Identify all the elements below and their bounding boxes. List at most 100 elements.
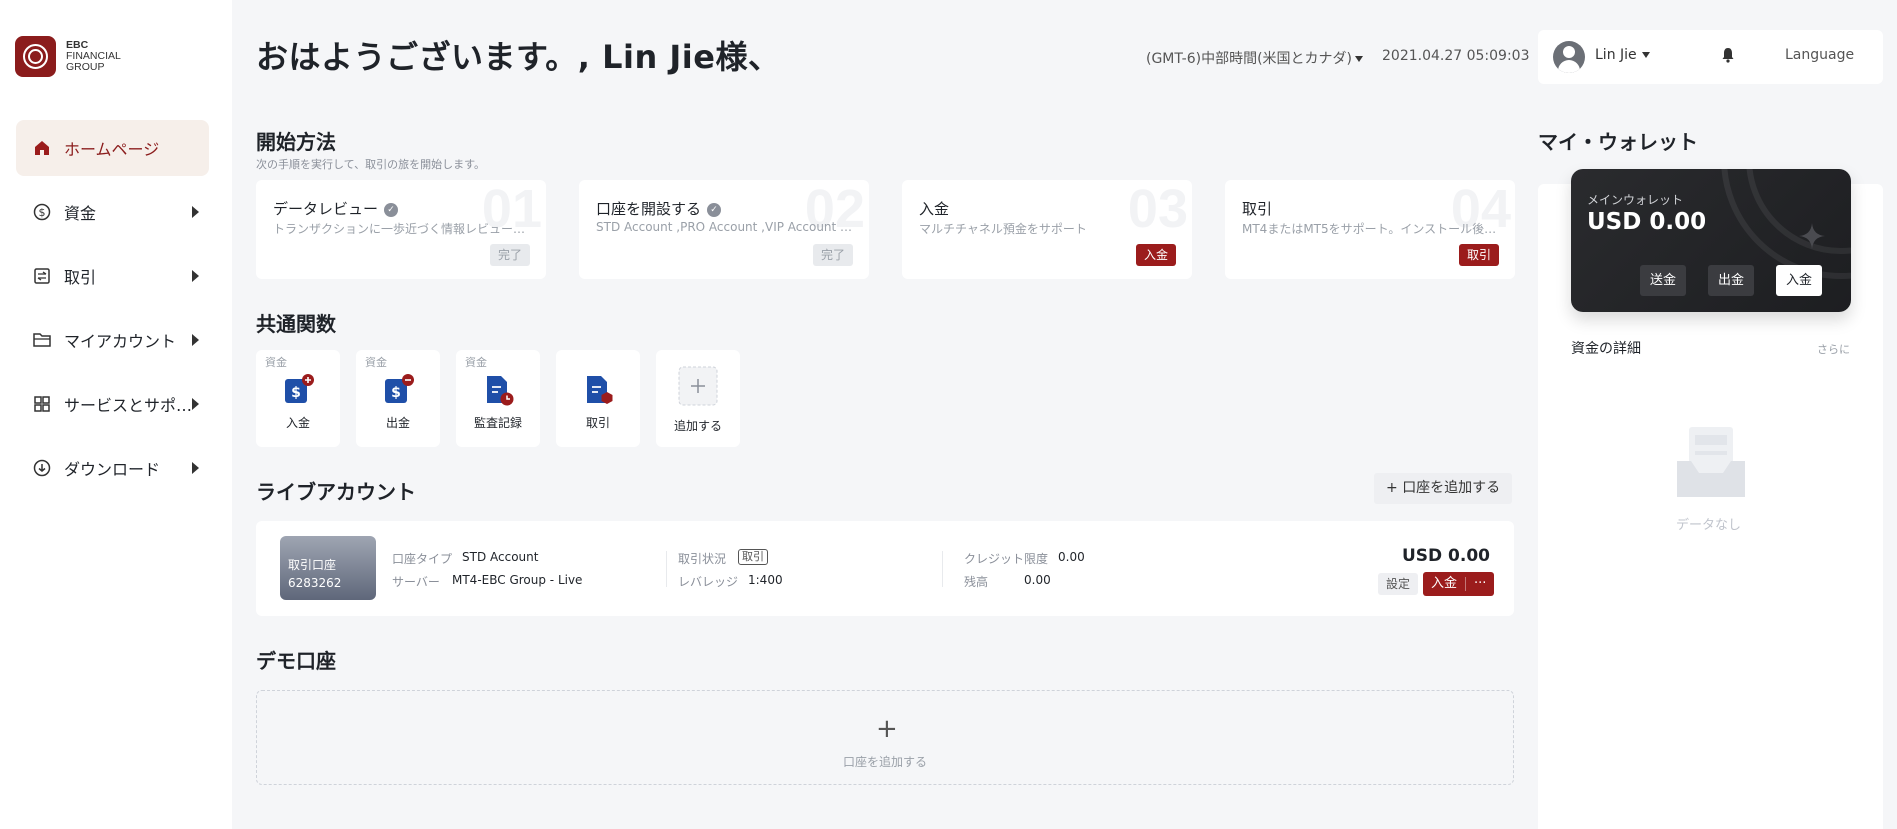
user-menu[interactable]: Lin Jie bbox=[1595, 47, 1650, 63]
brand-logo[interactable]: EBC FINANCIAL GROUP bbox=[15, 36, 121, 77]
bell-icon[interactable] bbox=[1721, 47, 1737, 65]
function-label: 追加する bbox=[673, 419, 722, 433]
step-title: データレビュー bbox=[273, 200, 379, 218]
step-card-data-review[interactable]: 01 データレビュー ✓ トランザクションに一歩近づく情報レビュー… 完了 bbox=[256, 180, 546, 279]
deposit-icon: $ bbox=[283, 373, 314, 403]
wallet-withdraw-button[interactable]: 出金 bbox=[1708, 265, 1755, 296]
balance-label: 残高 bbox=[964, 575, 989, 589]
step-title: 取引 bbox=[1242, 200, 1273, 218]
wallet-send-button[interactable]: 送金 bbox=[1640, 265, 1687, 296]
sidebar-nav: ホームページ $ 資金 取引 マイアカウント サービスとサポ… ダウンロード bbox=[16, 120, 209, 504]
step-card-open-account[interactable]: 02 口座を開設する ✓ STD Account ,PRO Account ,VI… bbox=[579, 180, 869, 279]
account-thumb-title: 取引口座 bbox=[288, 558, 337, 572]
caret-down-icon bbox=[1641, 52, 1650, 58]
chevron-right-icon bbox=[192, 206, 199, 218]
home-icon bbox=[32, 138, 52, 158]
step-deposit-button[interactable]: 入金 bbox=[1135, 244, 1176, 266]
account-settings-button[interactable]: 設定 bbox=[1378, 573, 1419, 595]
trade-status-badge: 取引 bbox=[738, 549, 768, 565]
grid-icon bbox=[32, 394, 52, 414]
more-icon[interactable]: ··· bbox=[1466, 572, 1494, 596]
account-deposit-button[interactable]: 入金 bbox=[1423, 572, 1465, 596]
account-thumbnail[interactable]: 取引口座 6283262 bbox=[280, 536, 376, 600]
credit-limit-label: クレジット限度 bbox=[964, 552, 1049, 566]
function-label: 監査記録 bbox=[473, 416, 522, 430]
wallet-deposit-button[interactable]: 入金 bbox=[1776, 265, 1823, 296]
sidebar-item-label: サービスとサポ… bbox=[64, 396, 193, 415]
fund-details-more-link[interactable]: さらに bbox=[1817, 341, 1850, 357]
function-label: 入金 bbox=[285, 416, 310, 430]
empty-inbox-icon bbox=[1677, 427, 1745, 497]
timezone-label: (GMT-6)中部時間(米国とカナダ) bbox=[1146, 51, 1353, 67]
function-tag: 資金 bbox=[265, 356, 287, 369]
chevron-right-icon bbox=[192, 270, 199, 282]
sidebar-item-services[interactable]: サービスとサポ… bbox=[16, 376, 209, 432]
check-icon: ✓ bbox=[384, 202, 399, 217]
sidebar: EBC FINANCIAL GROUP ホームページ $ 資金 取引 マイアカウ… bbox=[0, 0, 232, 829]
sidebar-item-trade[interactable]: 取引 bbox=[16, 248, 209, 304]
account-number: 6283262 bbox=[288, 576, 342, 590]
username-label: Lin Jie bbox=[1595, 47, 1637, 63]
sidebar-item-label: 取引 bbox=[64, 268, 97, 287]
sidebar-item-label: 資金 bbox=[64, 204, 97, 223]
function-label: 取引 bbox=[585, 416, 610, 430]
avatar[interactable] bbox=[1553, 41, 1585, 73]
svg-text:$: $ bbox=[291, 385, 301, 401]
divider bbox=[666, 551, 667, 587]
trade-status-label: 取引状況 bbox=[678, 552, 727, 566]
folder-icon bbox=[32, 330, 52, 350]
empty-state-text: データなし bbox=[1676, 518, 1742, 533]
step-title: 入金 bbox=[919, 200, 950, 218]
sidebar-item-home[interactable]: ホームページ bbox=[16, 120, 209, 176]
withdraw-icon: $ bbox=[383, 373, 414, 403]
balance-value: 0.00 bbox=[1024, 573, 1051, 587]
function-withdraw[interactable]: 資金 $ 出金 bbox=[356, 350, 440, 447]
main-wallet-card: メインウォレット USD 0.00 送金 出金 入金 bbox=[1571, 169, 1851, 312]
chevron-right-icon bbox=[192, 398, 199, 410]
account-deposit-group: 入金 ··· bbox=[1423, 572, 1495, 596]
svg-text:$: $ bbox=[391, 385, 401, 401]
plus-icon: + bbox=[1386, 480, 1398, 496]
sidebar-item-download[interactable]: ダウンロード bbox=[16, 440, 209, 496]
step-card-trade[interactable]: 04 取引 MT4またはMT5をサポート。インストール後… 取引 bbox=[1225, 180, 1515, 279]
check-icon: ✓ bbox=[707, 202, 722, 217]
language-switch[interactable]: Language bbox=[1785, 47, 1854, 63]
step-card-deposit[interactable]: 03 入金 マルチチャネル預金をサポート 入金 bbox=[902, 180, 1192, 279]
function-audit-record[interactable]: 資金 監査記録 bbox=[456, 350, 540, 447]
account-type-value: STD Account bbox=[462, 550, 539, 564]
sidebar-item-label: マイアカウント bbox=[64, 332, 177, 351]
account-total: USD 0.00 bbox=[1401, 546, 1490, 566]
sidebar-item-my-account[interactable]: マイアカウント bbox=[16, 312, 209, 368]
greeting-title: おはようございます。, Lin Jie様、 bbox=[256, 38, 781, 76]
wallet-card-label: メインウォレット bbox=[1587, 193, 1684, 207]
add-demo-account-button[interactable]: + 口座を追加する bbox=[256, 690, 1514, 785]
common-functions-title: 共通関数 bbox=[256, 312, 336, 336]
credit-limit-value: 0.00 bbox=[1058, 550, 1085, 564]
getting-started-title: 開始方法 bbox=[256, 130, 336, 154]
dollar-icon: $ bbox=[32, 202, 52, 222]
add-live-account-button[interactable]: + 口座を追加する bbox=[1374, 473, 1513, 504]
trade-doc-icon bbox=[583, 373, 613, 404]
function-deposit[interactable]: 資金 $ 入金 bbox=[256, 350, 340, 447]
divider bbox=[942, 551, 943, 587]
function-tag: 資金 bbox=[365, 356, 387, 369]
svg-text:$: $ bbox=[39, 206, 46, 219]
step-desc: マルチチャネル預金をサポート bbox=[919, 222, 1087, 236]
function-add[interactable]: 追加する bbox=[656, 350, 740, 447]
audit-record-icon bbox=[483, 373, 514, 406]
sparkle-icon bbox=[1799, 223, 1825, 249]
timezone-select[interactable]: (GMT-6)中部時間(米国とカナダ) bbox=[1146, 48, 1364, 68]
step-trade-button[interactable]: 取引 bbox=[1458, 244, 1499, 266]
chevron-right-icon bbox=[192, 334, 199, 346]
sidebar-item-funds[interactable]: $ 資金 bbox=[16, 184, 209, 240]
function-trade[interactable]: 取引 bbox=[556, 350, 640, 447]
caret-down-icon bbox=[1355, 56, 1364, 62]
fund-details-title: 資金の詳細 bbox=[1571, 341, 1641, 357]
wallet-title: マイ・ウォレット bbox=[1538, 130, 1698, 154]
trade-icon bbox=[32, 266, 52, 286]
leverage-value: 1:400 bbox=[748, 573, 783, 587]
add-demo-label: 口座を追加する bbox=[842, 755, 927, 769]
account-type-label: 口座タイプ bbox=[392, 552, 453, 566]
step-title: 口座を開設する bbox=[596, 200, 702, 218]
brand-line3: GROUP bbox=[66, 61, 105, 73]
